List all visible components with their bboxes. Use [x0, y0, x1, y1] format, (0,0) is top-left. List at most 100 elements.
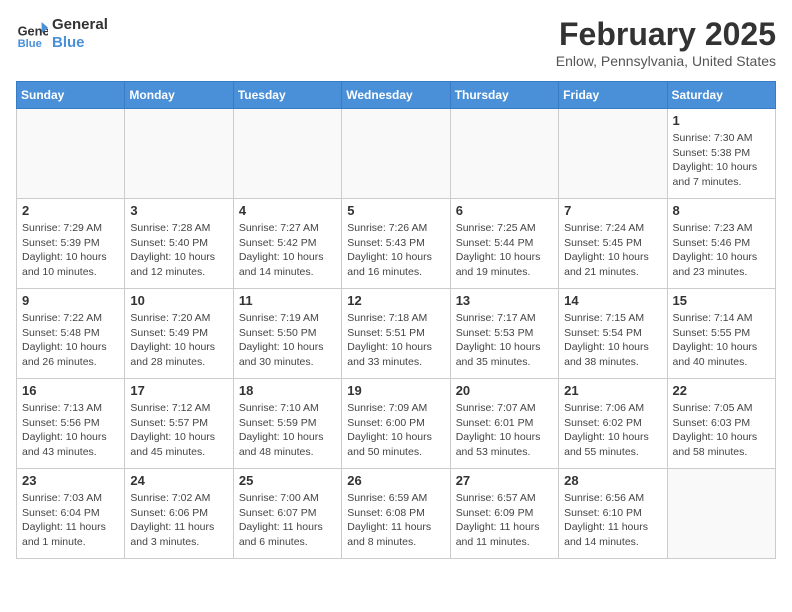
day-cell: 25Sunrise: 7:00 AM Sunset: 6:07 PM Dayli…	[233, 469, 341, 559]
day-cell	[233, 109, 341, 199]
day-number: 19	[347, 383, 444, 398]
day-number: 24	[130, 473, 227, 488]
day-cell	[559, 109, 667, 199]
calendar-table: SundayMondayTuesdayWednesdayThursdayFrid…	[16, 81, 776, 559]
day-info: Sunrise: 7:29 AM Sunset: 5:39 PM Dayligh…	[22, 221, 119, 280]
day-cell: 2 Sunrise: 7:29 AM Sunset: 5:39 PM Daylig…	[17, 199, 125, 289]
week-row-4: 16Sunrise: 7:13 AM Sunset: 5:56 PM Dayli…	[17, 379, 776, 469]
weekday-header-sunday: Sunday	[17, 82, 125, 109]
day-number: 27	[456, 473, 553, 488]
day-cell	[17, 109, 125, 199]
day-info: Sunrise: 7:03 AM Sunset: 6:04 PM Dayligh…	[22, 491, 119, 550]
day-number: 3	[130, 203, 227, 218]
weekday-header-friday: Friday	[559, 82, 667, 109]
day-info: Sunrise: 7:13 AM Sunset: 5:56 PM Dayligh…	[22, 401, 119, 460]
day-info: Sunrise: 7:09 AM Sunset: 6:00 PM Dayligh…	[347, 401, 444, 460]
day-cell: 15 Sunrise: 7:14 AM Sunset: 5:55 PM Dayli…	[667, 289, 775, 379]
logo-blue: Blue	[52, 34, 108, 52]
weekday-header-thursday: Thursday	[450, 82, 558, 109]
day-cell: 9 Sunrise: 7:22 AM Sunset: 5:48 PM Daylig…	[17, 289, 125, 379]
day-cell: 12Sunrise: 7:18 AM Sunset: 5:51 PM Dayli…	[342, 289, 450, 379]
day-info: Sunrise: 7:26 AM Sunset: 5:43 PM Dayligh…	[347, 221, 444, 280]
day-cell: 19 Sunrise: 7:09 AM Sunset: 6:00 PM Dayli…	[342, 379, 450, 469]
day-number: 14	[564, 293, 661, 308]
day-cell: 8 Sunrise: 7:23 AM Sunset: 5:46 PM Daylig…	[667, 199, 775, 289]
day-number: 23	[22, 473, 119, 488]
day-info: Sunrise: 7:12 AM Sunset: 5:57 PM Dayligh…	[130, 401, 227, 460]
day-cell: 24 Sunrise: 7:02 AM Sunset: 6:06 PM Dayli…	[125, 469, 233, 559]
logo-general: General	[52, 16, 108, 34]
day-number: 4	[239, 203, 336, 218]
day-info: Sunrise: 7:23 AM Sunset: 5:46 PM Dayligh…	[673, 221, 770, 280]
day-info: Sunrise: 7:05 AM Sunset: 6:03 PM Dayligh…	[673, 401, 770, 460]
day-number: 20	[456, 383, 553, 398]
week-row-1: 1Sunrise: 7:30 AM Sunset: 5:38 PM Daylig…	[17, 109, 776, 199]
week-row-5: 23 Sunrise: 7:03 AM Sunset: 6:04 PM Dayli…	[17, 469, 776, 559]
day-cell	[342, 109, 450, 199]
day-cell	[450, 109, 558, 199]
day-number: 8	[673, 203, 770, 218]
day-cell: 28Sunrise: 6:56 AM Sunset: 6:10 PM Dayli…	[559, 469, 667, 559]
day-info: Sunrise: 7:27 AM Sunset: 5:42 PM Dayligh…	[239, 221, 336, 280]
day-number: 22	[673, 383, 770, 398]
day-number: 9	[22, 293, 119, 308]
day-info: Sunrise: 7:19 AM Sunset: 5:50 PM Dayligh…	[239, 311, 336, 370]
day-cell: 6 Sunrise: 7:25 AM Sunset: 5:44 PM Daylig…	[450, 199, 558, 289]
day-cell: 21Sunrise: 7:06 AM Sunset: 6:02 PM Dayli…	[559, 379, 667, 469]
day-info: Sunrise: 6:57 AM Sunset: 6:09 PM Dayligh…	[456, 491, 553, 550]
day-info: Sunrise: 7:25 AM Sunset: 5:44 PM Dayligh…	[456, 221, 553, 280]
day-cell: 11 Sunrise: 7:19 AM Sunset: 5:50 PM Dayli…	[233, 289, 341, 379]
day-info: Sunrise: 7:07 AM Sunset: 6:01 PM Dayligh…	[456, 401, 553, 460]
day-cell: 18 Sunrise: 7:10 AM Sunset: 5:59 PM Dayli…	[233, 379, 341, 469]
day-number: 11	[239, 293, 336, 308]
day-cell: 13Sunrise: 7:17 AM Sunset: 5:53 PM Dayli…	[450, 289, 558, 379]
day-cell: 5 Sunrise: 7:26 AM Sunset: 5:43 PM Daylig…	[342, 199, 450, 289]
day-number: 6	[456, 203, 553, 218]
weekday-header-row: SundayMondayTuesdayWednesdayThursdayFrid…	[17, 82, 776, 109]
location: Enlow, Pennsylvania, United States	[556, 53, 776, 69]
day-cell: 3 Sunrise: 7:28 AM Sunset: 5:40 PM Daylig…	[125, 199, 233, 289]
day-cell: 23 Sunrise: 7:03 AM Sunset: 6:04 PM Dayli…	[17, 469, 125, 559]
day-number: 2	[22, 203, 119, 218]
day-info: Sunrise: 7:00 AM Sunset: 6:07 PM Dayligh…	[239, 491, 336, 550]
day-number: 10	[130, 293, 227, 308]
day-cell: 26 Sunrise: 6:59 AM Sunset: 6:08 PM Dayli…	[342, 469, 450, 559]
day-number: 15	[673, 293, 770, 308]
month-title: February 2025	[556, 16, 776, 53]
page-header: General Blue General Blue February 2025 …	[16, 16, 776, 69]
day-number: 26	[347, 473, 444, 488]
day-info: Sunrise: 7:24 AM Sunset: 5:45 PM Dayligh…	[564, 221, 661, 280]
day-info: Sunrise: 7:20 AM Sunset: 5:49 PM Dayligh…	[130, 311, 227, 370]
day-cell: 27 Sunrise: 6:57 AM Sunset: 6:09 PM Dayli…	[450, 469, 558, 559]
day-info: Sunrise: 7:30 AM Sunset: 5:38 PM Dayligh…	[673, 131, 770, 190]
svg-text:Blue: Blue	[18, 38, 42, 50]
day-cell	[125, 109, 233, 199]
title-block: February 2025 Enlow, Pennsylvania, Unite…	[556, 16, 776, 69]
day-number: 12	[347, 293, 444, 308]
week-row-2: 2 Sunrise: 7:29 AM Sunset: 5:39 PM Daylig…	[17, 199, 776, 289]
day-number: 7	[564, 203, 661, 218]
day-cell: 20 Sunrise: 7:07 AM Sunset: 6:01 PM Dayli…	[450, 379, 558, 469]
day-number: 13	[456, 293, 553, 308]
day-info: Sunrise: 7:14 AM Sunset: 5:55 PM Dayligh…	[673, 311, 770, 370]
weekday-header-monday: Monday	[125, 82, 233, 109]
day-cell: 22 Sunrise: 7:05 AM Sunset: 6:03 PM Dayli…	[667, 379, 775, 469]
day-info: Sunrise: 7:15 AM Sunset: 5:54 PM Dayligh…	[564, 311, 661, 370]
day-info: Sunrise: 7:02 AM Sunset: 6:06 PM Dayligh…	[130, 491, 227, 550]
day-info: Sunrise: 7:10 AM Sunset: 5:59 PM Dayligh…	[239, 401, 336, 460]
day-info: Sunrise: 6:56 AM Sunset: 6:10 PM Dayligh…	[564, 491, 661, 550]
day-info: Sunrise: 7:28 AM Sunset: 5:40 PM Dayligh…	[130, 221, 227, 280]
day-cell: 4 Sunrise: 7:27 AM Sunset: 5:42 PM Daylig…	[233, 199, 341, 289]
day-info: Sunrise: 7:06 AM Sunset: 6:02 PM Dayligh…	[564, 401, 661, 460]
day-info: Sunrise: 6:59 AM Sunset: 6:08 PM Dayligh…	[347, 491, 444, 550]
day-number: 18	[239, 383, 336, 398]
day-cell: 16Sunrise: 7:13 AM Sunset: 5:56 PM Dayli…	[17, 379, 125, 469]
day-info: Sunrise: 7:22 AM Sunset: 5:48 PM Dayligh…	[22, 311, 119, 370]
day-number: 5	[347, 203, 444, 218]
logo-icon: General Blue	[16, 18, 48, 50]
day-cell: 1Sunrise: 7:30 AM Sunset: 5:38 PM Daylig…	[667, 109, 775, 199]
day-cell: 14 Sunrise: 7:15 AM Sunset: 5:54 PM Dayli…	[559, 289, 667, 379]
day-cell: 17Sunrise: 7:12 AM Sunset: 5:57 PM Dayli…	[125, 379, 233, 469]
day-cell	[667, 469, 775, 559]
day-cell: 7 Sunrise: 7:24 AM Sunset: 5:45 PM Daylig…	[559, 199, 667, 289]
